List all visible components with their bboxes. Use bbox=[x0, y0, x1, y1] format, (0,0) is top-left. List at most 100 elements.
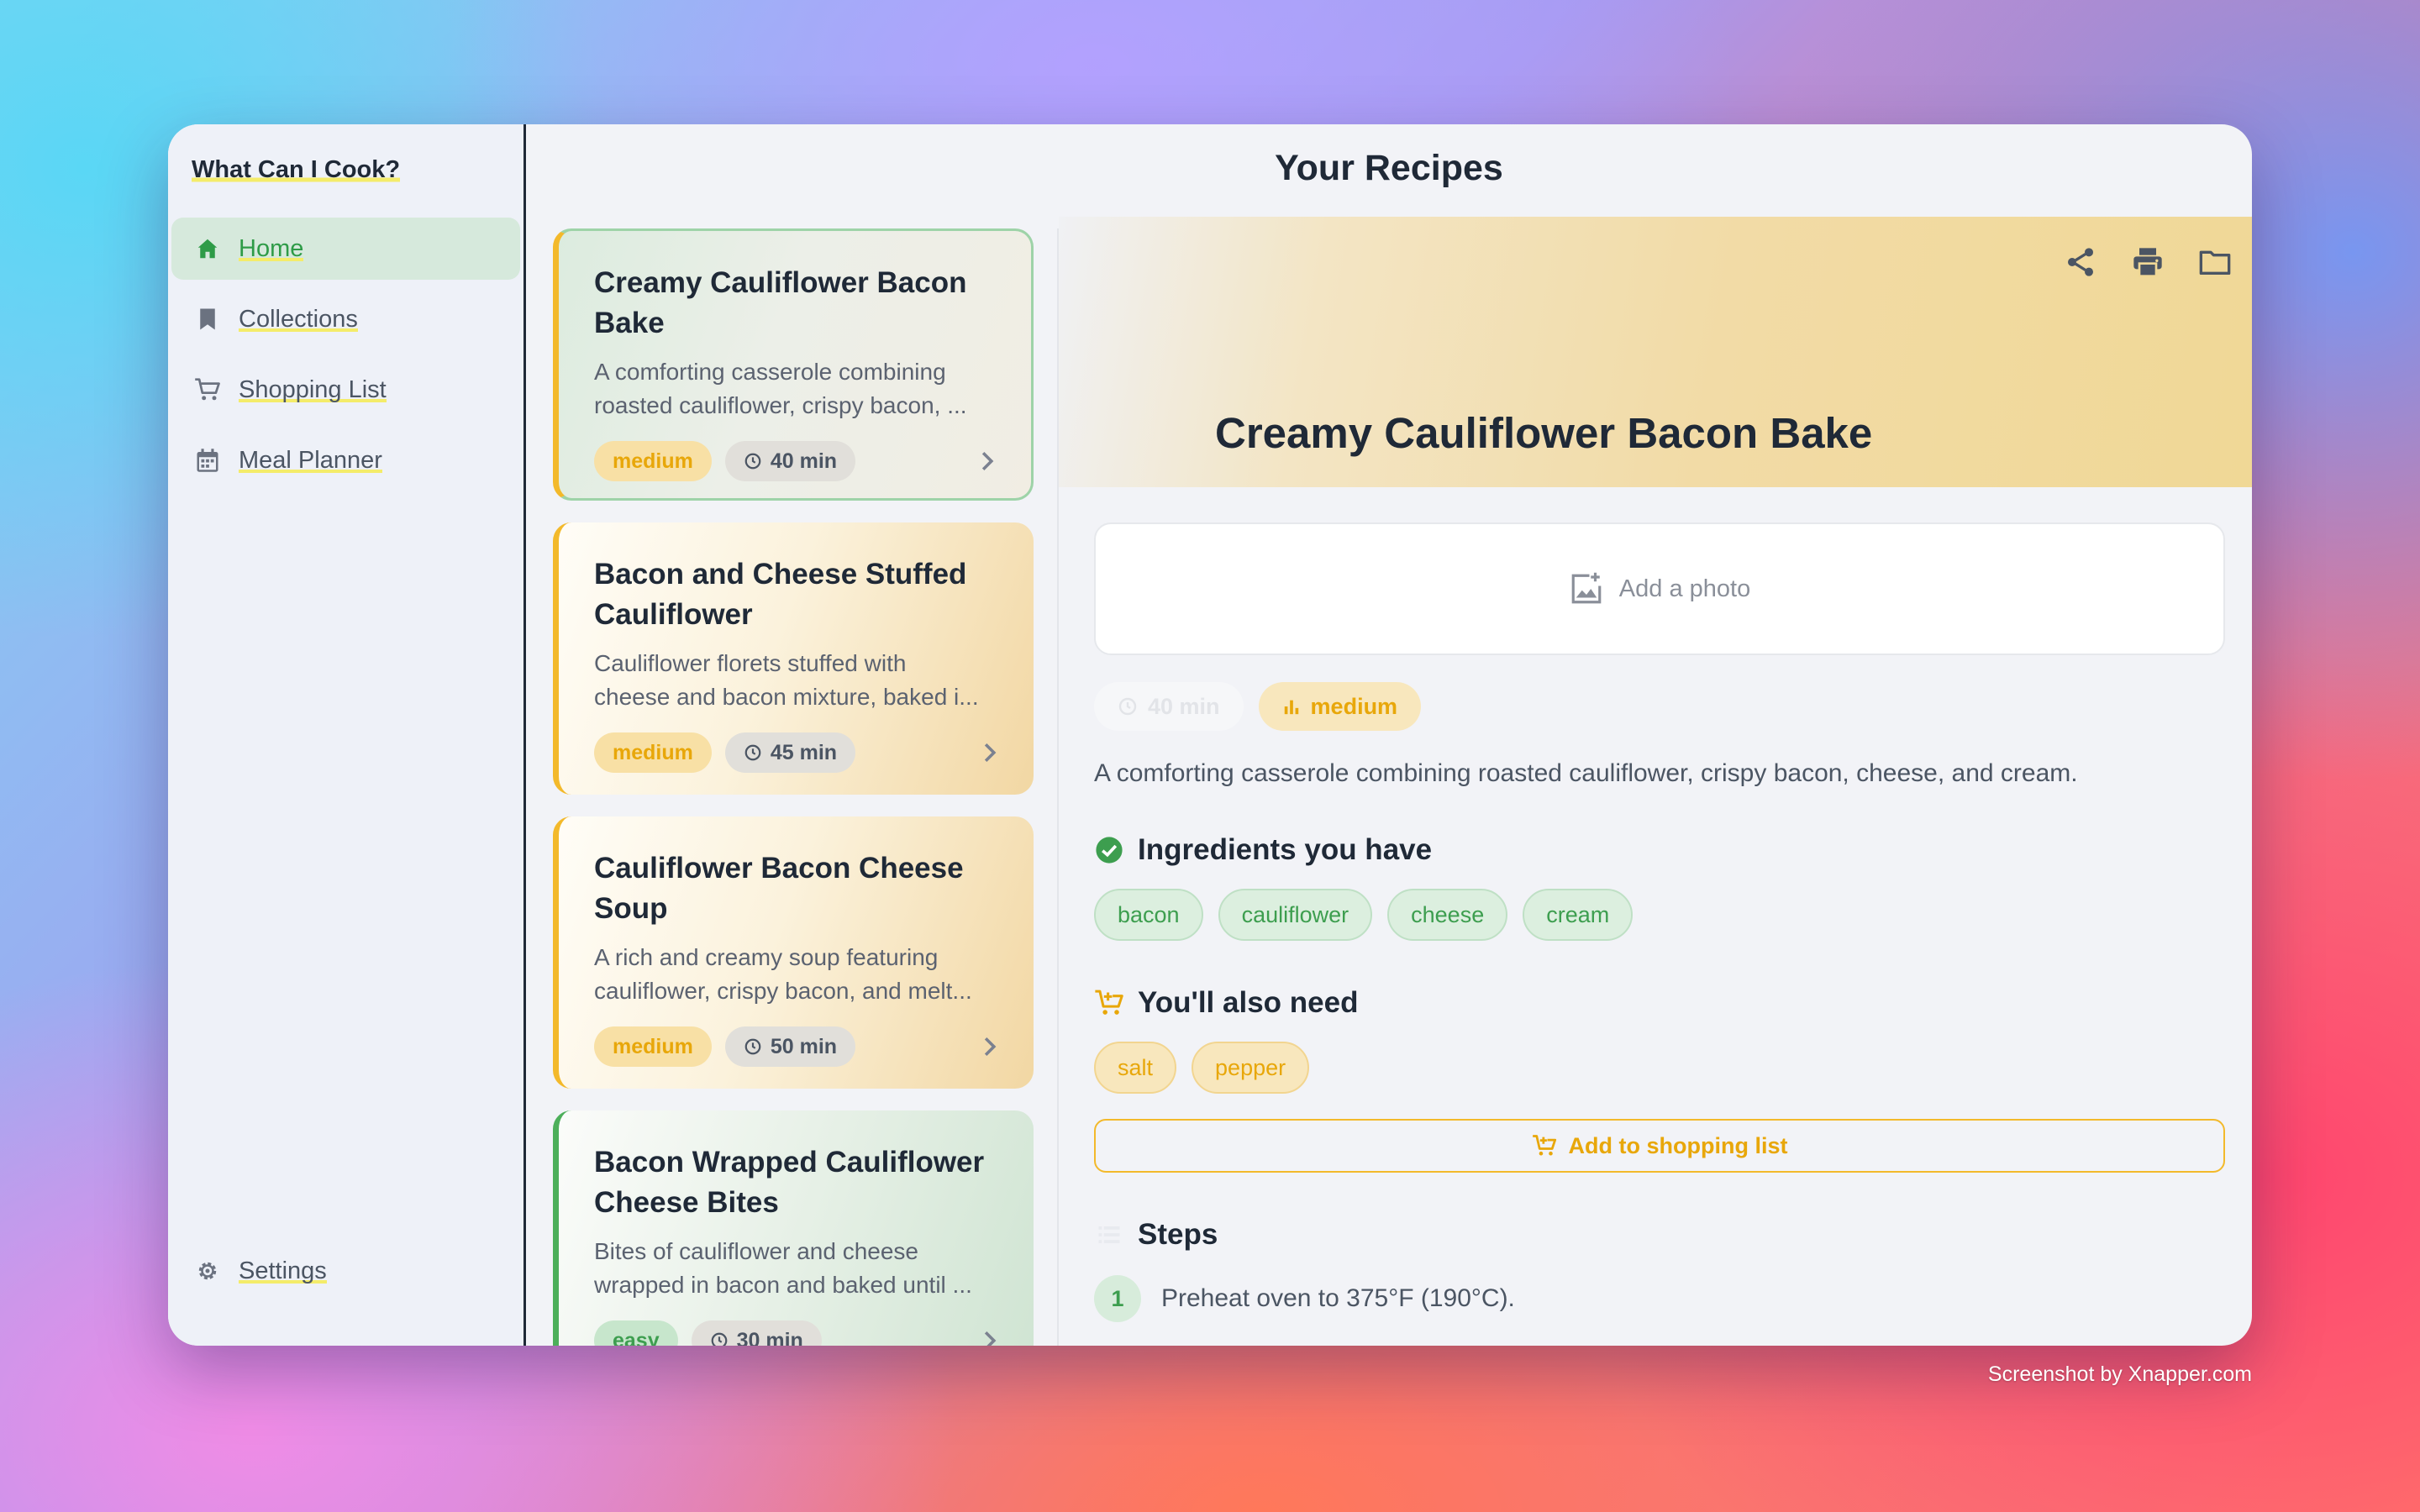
recipe-meta-row: 40 min medium bbox=[1094, 682, 2225, 731]
recipe-card-description: Cauliflower florets stuffed with cheese … bbox=[594, 647, 1006, 714]
sidebar-item-meal-planner[interactable]: Meal Planner bbox=[171, 429, 520, 491]
gear-icon bbox=[193, 1257, 222, 1285]
recipe-card-description: A rich and creamy soup featuring caulifl… bbox=[594, 941, 1006, 1008]
recipe-card[interactable]: Cauliflower Bacon Cheese Soup A rich and… bbox=[553, 816, 1034, 1089]
main-content: Your Recipes Creamy Cauliflower Bacon Ba… bbox=[526, 124, 2252, 1346]
time-badge: 50 min bbox=[724, 1026, 856, 1067]
difficulty-badge: medium bbox=[594, 441, 712, 481]
need-ingredients: salt pepper bbox=[1094, 1042, 2225, 1094]
chevron-right-icon bbox=[981, 451, 994, 471]
time-pill: 40 min bbox=[1094, 682, 1244, 731]
check-circle-icon bbox=[1094, 835, 1124, 865]
difficulty-pill: medium bbox=[1258, 682, 1422, 731]
chevron-right-icon bbox=[984, 743, 997, 763]
print-icon[interactable] bbox=[2129, 244, 2166, 281]
steps-heading: Steps bbox=[1094, 1218, 2225, 1252]
time-value: 30 min bbox=[736, 1328, 803, 1347]
time-badge: 30 min bbox=[691, 1320, 822, 1347]
ingredients-need-heading: You'll also need bbox=[1094, 986, 2225, 1020]
chevron-right-icon bbox=[984, 1331, 997, 1346]
clock-icon bbox=[744, 1038, 761, 1055]
section-title: Steps bbox=[1138, 1218, 1218, 1251]
difficulty-badge: medium bbox=[594, 732, 712, 773]
sidebar-nav: Home Collections Shopping List Meal Plan… bbox=[168, 218, 523, 491]
ingredient-chip[interactable]: salt bbox=[1094, 1042, 1177, 1094]
sidebar-item-label: Meal Planner bbox=[239, 446, 382, 475]
time-value: 50 min bbox=[770, 1034, 838, 1058]
app-window: What Can I Cook? Home Collections Shoppi… bbox=[168, 124, 2252, 1346]
screenshot-credit: Screenshot by Xnapper.com bbox=[1987, 1362, 2252, 1386]
hero-actions bbox=[2062, 244, 2233, 281]
time-value: 40 min bbox=[1148, 693, 1220, 719]
recipe-card-description-line: A rich and creamy soup featuring bbox=[594, 944, 939, 970]
page-title: Your Recipes bbox=[1275, 148, 1503, 188]
recipe-detail-title: Creamy Cauliflower Bacon Bake bbox=[1215, 409, 1873, 457]
add-to-shopping-list-label: Add to shopping list bbox=[1568, 1132, 1788, 1158]
difficulty-badge: medium bbox=[594, 1026, 712, 1067]
recipe-card[interactable]: Creamy Cauliflower Bacon Bake A comforti… bbox=[553, 228, 1034, 501]
recipe-card-meta: easy 30 min bbox=[594, 1320, 1003, 1346]
difficulty-badge: easy bbox=[594, 1320, 678, 1346]
time-badge: 45 min bbox=[724, 732, 856, 773]
recipe-card-description-line: Bites of cauliflower and cheese bbox=[594, 1238, 918, 1264]
ingredient-chip[interactable]: cream bbox=[1523, 889, 1634, 941]
folder-icon[interactable] bbox=[2196, 244, 2233, 281]
cart-icon bbox=[193, 375, 222, 404]
recipe-card-meta: medium 50 min bbox=[594, 1026, 1003, 1067]
recipe-card-meta: medium 45 min bbox=[594, 732, 1003, 773]
recipe-card[interactable]: Bacon and Cheese Stuffed Cauliflower Cau… bbox=[553, 522, 1034, 795]
app-title: What Can I Cook? bbox=[192, 156, 401, 184]
sidebar-item-label: Settings bbox=[239, 1257, 327, 1285]
time-value: 45 min bbox=[770, 740, 838, 764]
clock-icon bbox=[744, 744, 761, 761]
share-icon[interactable] bbox=[2062, 244, 2099, 281]
recipe-detail-body: Add a photo 40 min medium A comforting c… bbox=[1059, 487, 2252, 1322]
sidebar-item-settings[interactable]: Settings bbox=[171, 1240, 520, 1302]
bar-chart-icon bbox=[1282, 697, 1301, 716]
recipe-list[interactable]: Creamy Cauliflower Bacon Bake A comforti… bbox=[553, 228, 1035, 1346]
have-ingredients: bacon cauliflower cheese cream bbox=[1094, 889, 2225, 941]
ingredient-chip[interactable]: cheese bbox=[1387, 889, 1508, 941]
add-photo-icon bbox=[1569, 571, 1604, 606]
clock-icon bbox=[711, 1332, 727, 1346]
ingredient-chip[interactable]: cauliflower bbox=[1218, 889, 1373, 941]
clock-icon bbox=[744, 453, 761, 470]
ingredient-chip[interactable]: pepper bbox=[1192, 1042, 1310, 1094]
sidebar-item-home[interactable]: Home bbox=[171, 218, 520, 280]
section-title: Ingredients you have bbox=[1138, 833, 1433, 866]
recipe-card-title: Creamy Cauliflower Bacon Bake bbox=[594, 266, 967, 339]
clock-icon bbox=[1118, 696, 1138, 717]
ingredient-chip[interactable]: bacon bbox=[1094, 889, 1203, 941]
recipe-card-meta: medium 40 min bbox=[594, 441, 1001, 481]
recipe-card-description: Bites of cauliflower and cheese wrapped … bbox=[594, 1235, 1006, 1302]
step-text: Preheat oven to 375°F (190°C). bbox=[1161, 1284, 1515, 1312]
recipe-card-description-line: wrapped in bacon and baked until ... bbox=[594, 1272, 972, 1298]
difficulty-value: medium bbox=[1310, 693, 1398, 719]
sidebar-item-shopping-list[interactable]: Shopping List bbox=[171, 359, 520, 421]
sidebar-item-label: Shopping List bbox=[239, 375, 387, 404]
section-title: You'll also need bbox=[1138, 986, 1359, 1019]
recipe-card-description-line: cheese and bacon mixture, baked i... bbox=[594, 684, 979, 710]
time-badge: 40 min bbox=[724, 441, 856, 481]
add-photo-button[interactable]: Add a photo bbox=[1094, 522, 2225, 655]
recipe-card-title: Bacon Wrapped Cauliflower Cheese Bites bbox=[594, 1146, 985, 1219]
calendar-icon bbox=[193, 446, 222, 475]
home-icon bbox=[193, 234, 222, 263]
recipe-card-title: Bacon and Cheese Stuffed Cauliflower bbox=[594, 558, 967, 631]
step-item: 1 Preheat oven to 375°F (190°C). bbox=[1094, 1275, 2225, 1322]
add-to-shopping-list-button[interactable]: Add to shopping list bbox=[1094, 1119, 2225, 1173]
list-icon bbox=[1094, 1220, 1124, 1250]
sidebar-item-label: Home bbox=[239, 234, 304, 263]
sidebar: What Can I Cook? Home Collections Shoppi… bbox=[168, 124, 526, 1346]
cart-add-icon bbox=[1094, 988, 1124, 1018]
recipe-detail[interactable]: Creamy Cauliflower Bacon Bake Add a phot… bbox=[1059, 217, 2252, 1346]
sidebar-item-collections[interactable]: Collections bbox=[171, 288, 520, 350]
time-value: 40 min bbox=[770, 449, 838, 473]
recipe-card-title: Cauliflower Bacon Cheese Soup bbox=[594, 852, 964, 925]
recipe-card-description-line: A comforting casserole combining bbox=[594, 359, 946, 385]
ingredients-have-heading: Ingredients you have bbox=[1094, 833, 2225, 867]
recipe-card-description: A comforting casserole combining roasted… bbox=[594, 355, 1006, 423]
recipe-card-description-line: cauliflower, crispy bacon, and melt... bbox=[594, 978, 972, 1004]
recipe-card[interactable]: Bacon Wrapped Cauliflower Cheese Bites B… bbox=[553, 1110, 1034, 1346]
recipe-card-description-line: roasted cauliflower, crispy bacon, ... bbox=[594, 392, 967, 418]
